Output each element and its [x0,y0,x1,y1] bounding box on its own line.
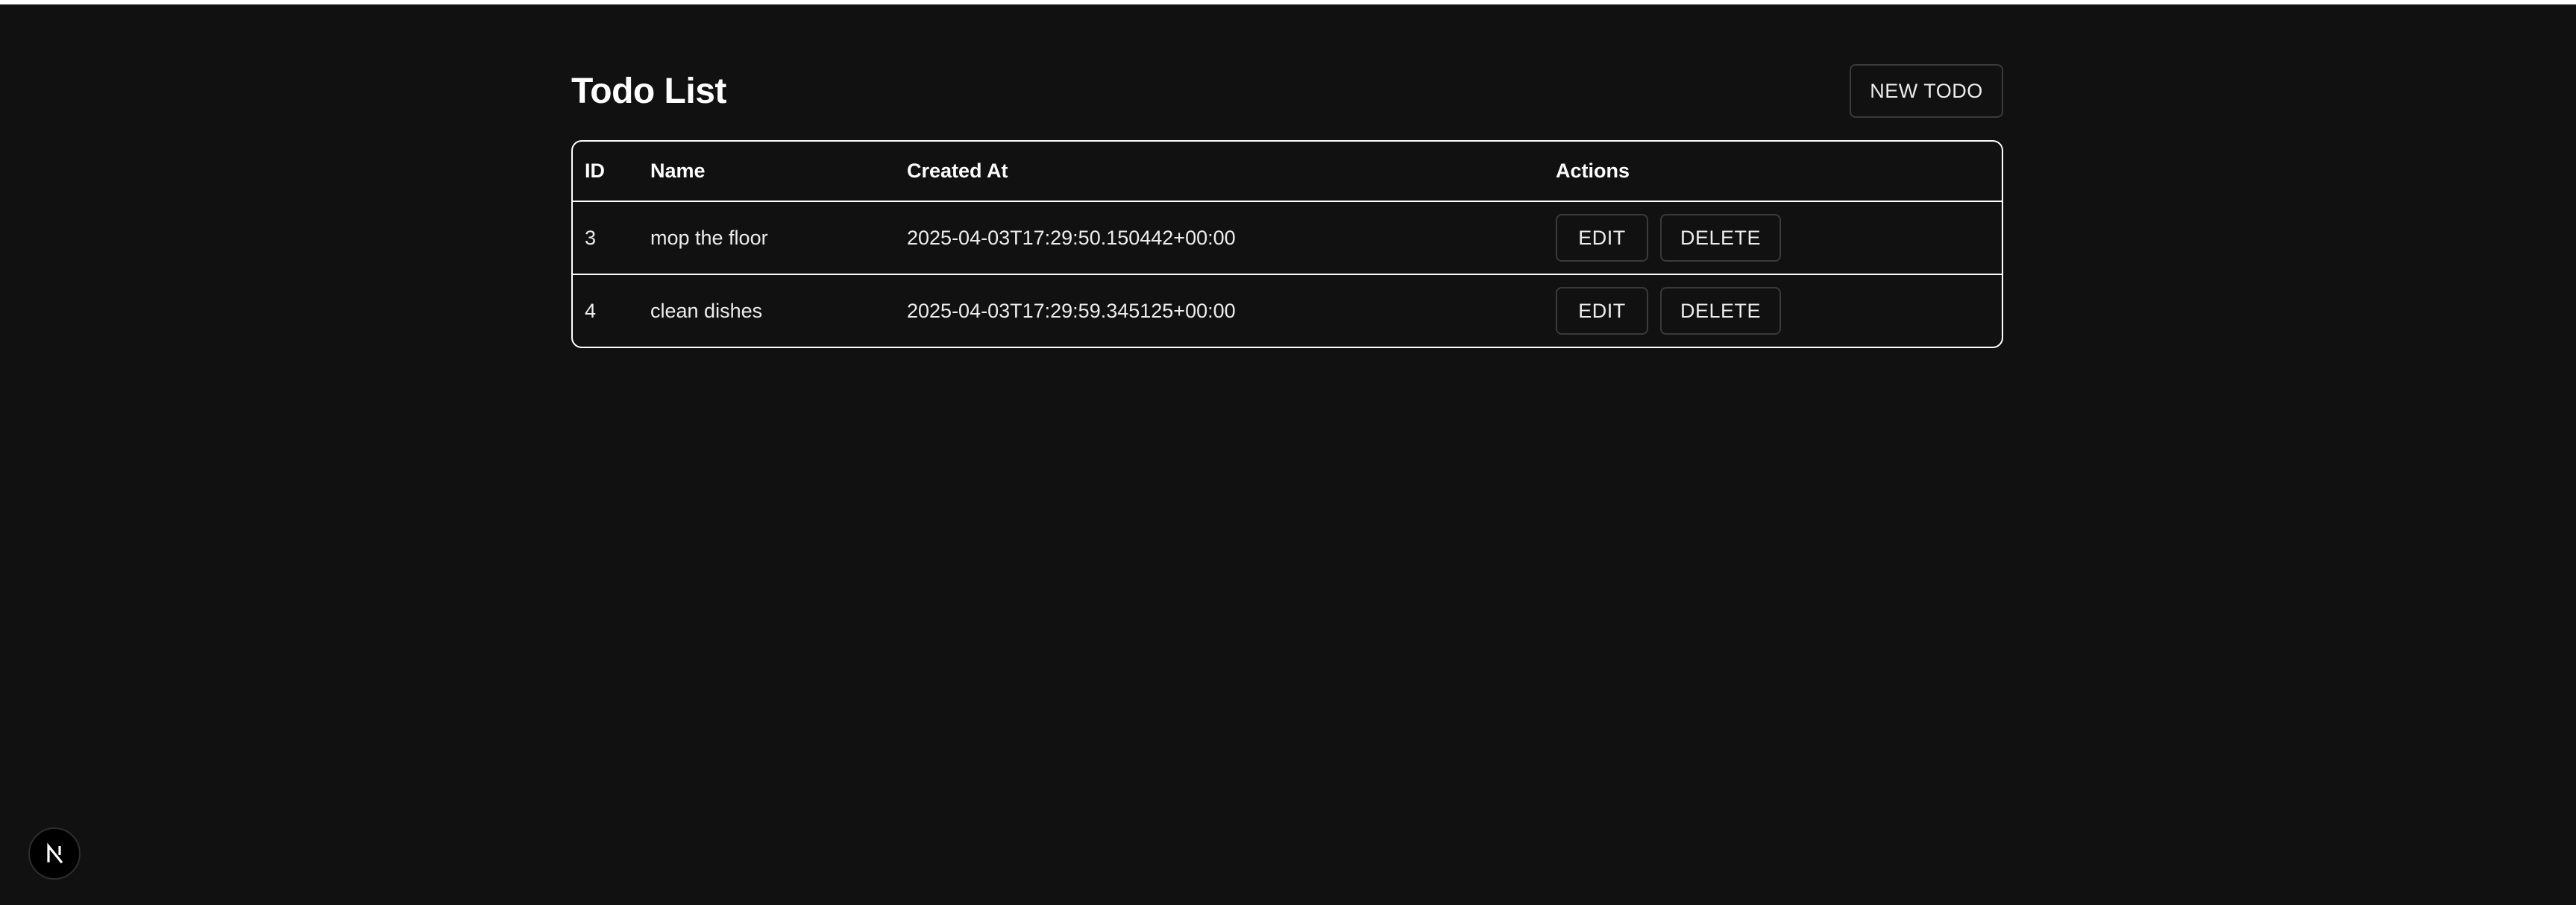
cell-id: 4 [573,274,650,347]
cell-created-at: 2025-04-03T17:29:59.345125+00:00 [907,274,1556,347]
table-header-row: ID Name Created At Actions [573,142,2002,202]
column-header-id: ID [573,142,650,202]
new-todo-button[interactable]: NEW TODO [1850,64,2003,118]
table-row: 3 mop the floor 2025-04-03T17:29:50.1504… [573,201,2002,274]
page-title: Todo List [571,71,726,111]
cell-name: clean dishes [650,274,907,347]
cell-actions: EDIT DELETE [1556,274,2002,347]
table-row: 4 clean dishes 2025-04-03T17:29:59.34512… [573,274,2002,347]
row-actions: EDIT DELETE [1556,202,2002,274]
delete-button[interactable]: DELETE [1660,287,1781,335]
cell-id: 3 [585,226,597,249]
main-content: Todo List NEW TODO ID Name Created At Ac… [571,64,2003,348]
page-header: Todo List NEW TODO [571,64,2003,118]
column-header-name: Name [650,142,907,202]
nextjs-dev-badge[interactable] [28,827,81,880]
table-body: 3 mop the floor 2025-04-03T17:29:50.1504… [573,201,2002,347]
column-header-actions: Actions [1556,142,2002,202]
delete-button[interactable]: DELETE [1660,214,1781,262]
cell-name: mop the floor [650,226,768,249]
todo-table-container: ID Name Created At Actions 3 mop the flo… [571,140,2003,348]
column-header-created-at: Created At [907,142,1556,202]
nextjs-logo-icon [47,842,63,864]
edit-button[interactable]: EDIT [1556,214,1648,262]
cell-actions: EDIT DELETE [1556,201,2002,274]
cell-created-at: 2025-04-03T17:29:50.150442+00:00 [907,226,1236,249]
top-edge-strip [0,0,2576,4]
todo-table: ID Name Created At Actions 3 mop the flo… [573,142,2002,347]
edit-button[interactable]: EDIT [1556,287,1648,335]
table-header: ID Name Created At Actions [573,142,2002,202]
row-actions: EDIT DELETE [1556,275,2002,347]
